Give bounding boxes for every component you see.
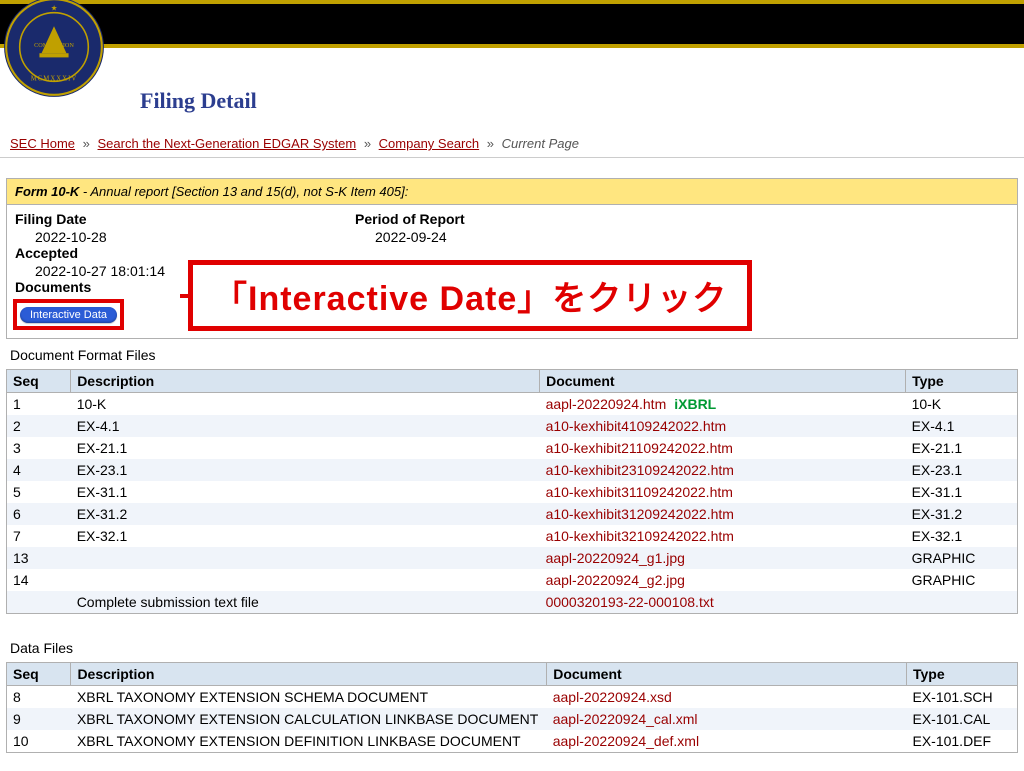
- table-row: 5EX-31.1a10-kexhibit31109242022.htmEX-31…: [7, 481, 1018, 503]
- table-row: 10XBRL TAXONOMY EXTENSION DEFINITION LIN…: [7, 730, 1018, 753]
- document-link[interactable]: a10-kexhibit32109242022.htm: [546, 528, 734, 544]
- svg-text:MCMXXXIV: MCMXXXIV: [31, 75, 78, 82]
- document-link[interactable]: a10-kexhibit31209242022.htm: [546, 506, 734, 522]
- table-row: 9XBRL TAXONOMY EXTENSION CALCULATION LIN…: [7, 708, 1018, 730]
- table-row: 3EX-21.1a10-kexhibit21109242022.htmEX-21…: [7, 437, 1018, 459]
- table-row: Complete submission text file0000320193-…: [7, 591, 1018, 614]
- table-row: 6EX-31.2a10-kexhibit31209242022.htmEX-31…: [7, 503, 1018, 525]
- document-link[interactable]: aapl-20220924.htm: [546, 396, 667, 412]
- page-title: Filing Detail: [140, 88, 257, 114]
- breadcrumb-company[interactable]: Company Search: [379, 136, 479, 151]
- ixbrl-tag: iXBRL: [674, 396, 716, 412]
- col-desc: Description: [71, 370, 540, 393]
- col-doc: Document: [540, 370, 906, 393]
- table-row: 2EX-4.1a10-kexhibit4109242022.htmEX-4.1: [7, 415, 1018, 437]
- breadcrumb-home[interactable]: SEC Home: [10, 136, 75, 151]
- document-link[interactable]: aapl-20220924_g2.jpg: [546, 572, 685, 588]
- table-row: 7EX-32.1a10-kexhibit32109242022.htmEX-32…: [7, 525, 1018, 547]
- black-banner: [0, 0, 1024, 48]
- document-link[interactable]: aapl-20220924_def.xml: [553, 733, 699, 749]
- document-files-table: Seq Description Document Type 110-Kaapl-…: [6, 369, 1018, 614]
- annotation-text: 「Interactive Date」をクリック: [188, 260, 752, 331]
- doc-files-title: Document Format Files: [0, 339, 1024, 369]
- document-link[interactable]: a10-kexhibit21109242022.htm: [546, 440, 733, 456]
- document-link[interactable]: 0000320193-22-000108.txt: [546, 594, 714, 610]
- filing-date-label: Filing Date: [15, 211, 355, 227]
- filing-date-value: 2022-10-28: [15, 229, 355, 245]
- table-row: 13aapl-20220924_g1.jpgGRAPHIC: [7, 547, 1018, 569]
- period-value: 2022-09-24: [355, 229, 695, 245]
- form-header: Form 10-K - Annual report [Section 13 an…: [7, 179, 1017, 205]
- period-label: Period of Report: [355, 211, 695, 227]
- table-row: 8XBRL TAXONOMY EXTENSION SCHEMA DOCUMENT…: [7, 686, 1018, 709]
- sec-seal-icon: ★ COMMISSION MCMXXXIV: [2, 0, 106, 99]
- document-link[interactable]: a10-kexhibit4109242022.htm: [546, 418, 727, 434]
- document-link[interactable]: a10-kexhibit23109242022.htm: [546, 462, 734, 478]
- document-link[interactable]: aapl-20220924_cal.xml: [553, 711, 698, 727]
- data-files-table: Seq Description Document Type 8XBRL TAXO…: [6, 662, 1018, 753]
- col-type: Type: [906, 370, 1018, 393]
- table-row: 110-Kaapl-20220924.htmiXBRL10-K: [7, 393, 1018, 416]
- data-files-title: Data Files: [0, 632, 1024, 662]
- header-bar: ★ COMMISSION MCMXXXIV: [0, 0, 1024, 75]
- document-link[interactable]: a10-kexhibit31109242022.htm: [546, 484, 733, 500]
- table-row: 4EX-23.1a10-kexhibit23109242022.htmEX-23…: [7, 459, 1018, 481]
- annotation-callout: 「Interactive Date」をクリック: [180, 260, 752, 331]
- breadcrumb-search[interactable]: Search the Next-Generation EDGAR System: [98, 136, 357, 151]
- breadcrumb-current: Current Page: [502, 136, 579, 151]
- accepted-label: Accepted: [15, 245, 355, 261]
- highlight-box: Interactive Data: [13, 299, 124, 330]
- svg-text:★: ★: [51, 5, 58, 13]
- document-link[interactable]: aapl-20220924_g1.jpg: [546, 550, 685, 566]
- col-seq: Seq: [7, 370, 71, 393]
- table-row: 14aapl-20220924_g2.jpgGRAPHIC: [7, 569, 1018, 591]
- document-link[interactable]: aapl-20220924.xsd: [553, 689, 672, 705]
- interactive-data-button[interactable]: Interactive Data: [20, 307, 117, 323]
- breadcrumb: SEC Home » Search the Next-Generation ED…: [0, 130, 1024, 158]
